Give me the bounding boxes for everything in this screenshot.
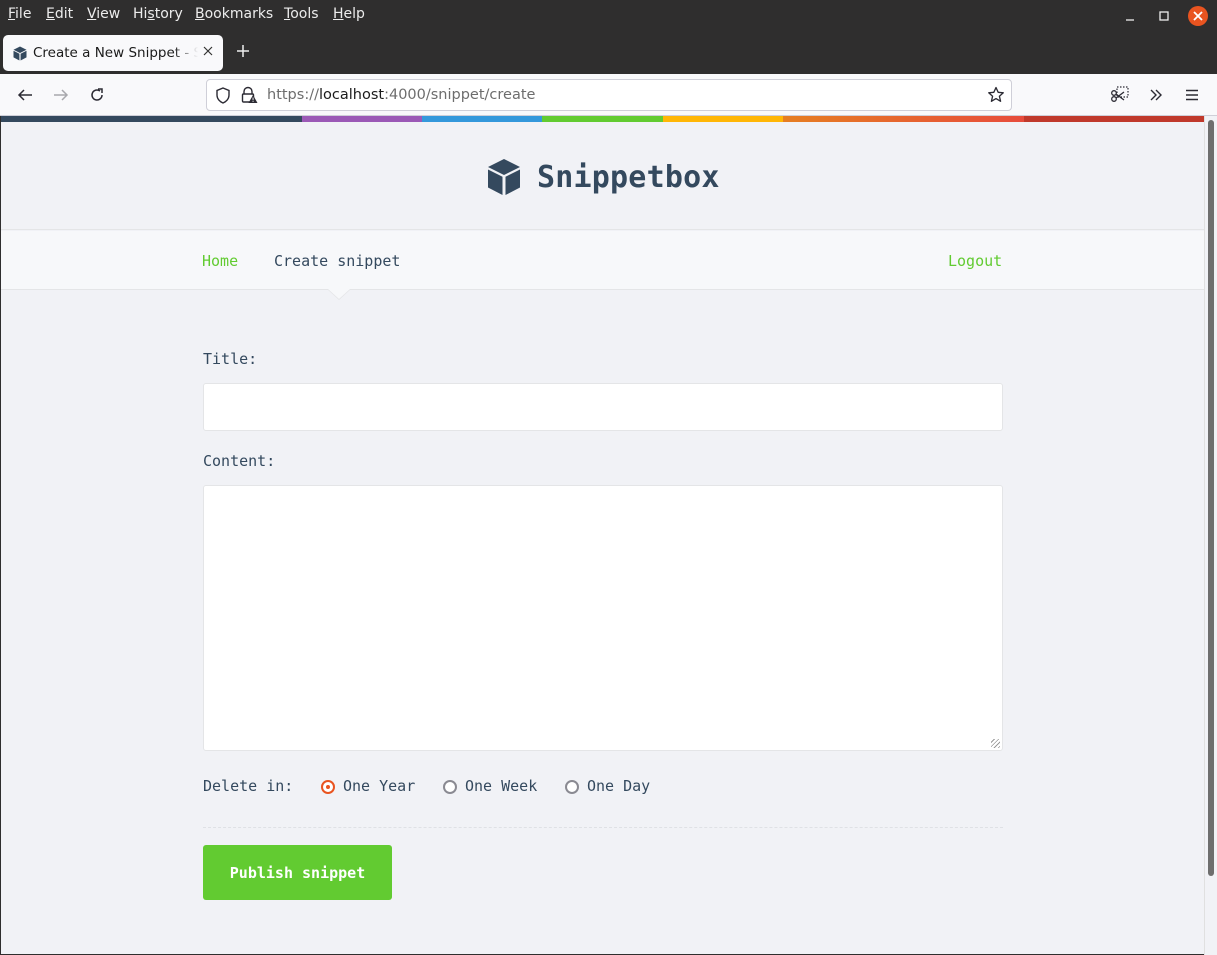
close-icon xyxy=(1193,11,1203,21)
back-button[interactable] xyxy=(14,84,36,106)
browser-toolbar: https://localhost:4000/snippet/create xyxy=(0,74,1217,116)
tab-active[interactable]: Create a New Snippet - Snippetbox xyxy=(3,35,223,71)
menu-file[interactable]: File xyxy=(8,6,31,22)
menu-bookmarks[interactable]: Bookmarks xyxy=(195,6,273,22)
site-header: Snippetbox xyxy=(1,122,1204,230)
arrow-left-icon xyxy=(17,89,32,101)
nav-home-link[interactable]: Home xyxy=(202,252,238,270)
menu-view[interactable]: View xyxy=(87,6,120,22)
nav-create-snippet-link[interactable]: Create snippet xyxy=(274,252,400,270)
menu-history[interactable]: History xyxy=(133,6,183,22)
radio-one-day-label[interactable]: One Day xyxy=(587,777,650,795)
reload-icon xyxy=(91,88,103,101)
site-nav: Home Create snippet Logout xyxy=(1,231,1204,300)
radio-one-week[interactable] xyxy=(443,780,457,794)
expires-radio-group: Delete in: One Year One Week One Day xyxy=(203,776,1003,798)
bookmark-star-icon[interactable] xyxy=(987,86,1005,108)
menu-help[interactable]: Help xyxy=(333,6,365,22)
minimize-button[interactable] xyxy=(1120,6,1140,26)
forward-button[interactable] xyxy=(50,84,72,106)
page-viewport: Snippetbox Home Create snippet Logout Ti… xyxy=(1,116,1204,954)
screenshot-button[interactable] xyxy=(1109,84,1131,106)
form-divider xyxy=(203,827,1003,828)
insecure-lock-icon[interactable] xyxy=(240,86,258,108)
menu-tools[interactable]: Tools xyxy=(284,6,319,22)
app-menu-button[interactable] xyxy=(1181,84,1203,106)
url-bar[interactable]: https://localhost:4000/snippet/create xyxy=(206,79,1012,111)
scrollbar-thumb[interactable] xyxy=(1208,120,1214,876)
close-icon xyxy=(203,46,213,56)
radio-one-year-label[interactable]: One Year xyxy=(343,777,415,795)
chevrons-right-icon xyxy=(1150,89,1162,101)
publish-snippet-button[interactable]: Publish snippet xyxy=(203,845,392,900)
hamburger-menu-icon xyxy=(1186,89,1198,101)
cube-favicon-icon xyxy=(13,46,27,60)
maximize-icon xyxy=(1159,11,1169,21)
menubar: File Edit View History Bookmarks Tools H… xyxy=(0,0,1217,32)
menu-edit[interactable]: Edit xyxy=(46,6,73,22)
url-text: https://localhost:4000/snippet/create xyxy=(267,87,536,103)
radio-one-day[interactable] xyxy=(565,780,579,794)
tab-close-button[interactable] xyxy=(203,44,213,60)
plus-icon xyxy=(237,45,249,57)
brand-name: Snippetbox xyxy=(537,159,720,195)
nav-logout-link[interactable]: Logout xyxy=(948,252,1002,270)
new-tab-button[interactable] xyxy=(236,41,250,61)
tab-title: Create a New Snippet - Snippetbox xyxy=(33,45,198,61)
page-scrollbar[interactable] xyxy=(1204,116,1217,955)
content-textarea[interactable] xyxy=(203,485,1003,751)
delete-in-label: Delete in: xyxy=(203,777,294,795)
close-window-button[interactable] xyxy=(1188,6,1208,26)
brand-link[interactable]: Snippetbox xyxy=(487,158,720,196)
title-input[interactable] xyxy=(203,383,1003,431)
radio-one-year[interactable] xyxy=(321,780,335,794)
tab-strip: Create a New Snippet - Snippetbox xyxy=(0,32,1217,74)
content-label: Content: xyxy=(203,452,276,470)
scissors-icon xyxy=(1111,86,1129,102)
tracking-protection-icon[interactable] xyxy=(215,87,231,108)
overflow-menu-button[interactable] xyxy=(1145,84,1167,106)
maximize-button[interactable] xyxy=(1154,6,1174,26)
title-label: Title: xyxy=(203,350,258,368)
cube-logo-icon xyxy=(488,159,520,195)
radio-one-week-label[interactable]: One Week xyxy=(465,777,537,795)
minimize-icon xyxy=(1126,19,1134,21)
resize-grip-icon[interactable] xyxy=(991,739,1000,748)
reload-button[interactable] xyxy=(86,84,108,106)
active-nav-indicator-fill xyxy=(328,289,350,299)
arrow-right-icon xyxy=(54,89,69,101)
